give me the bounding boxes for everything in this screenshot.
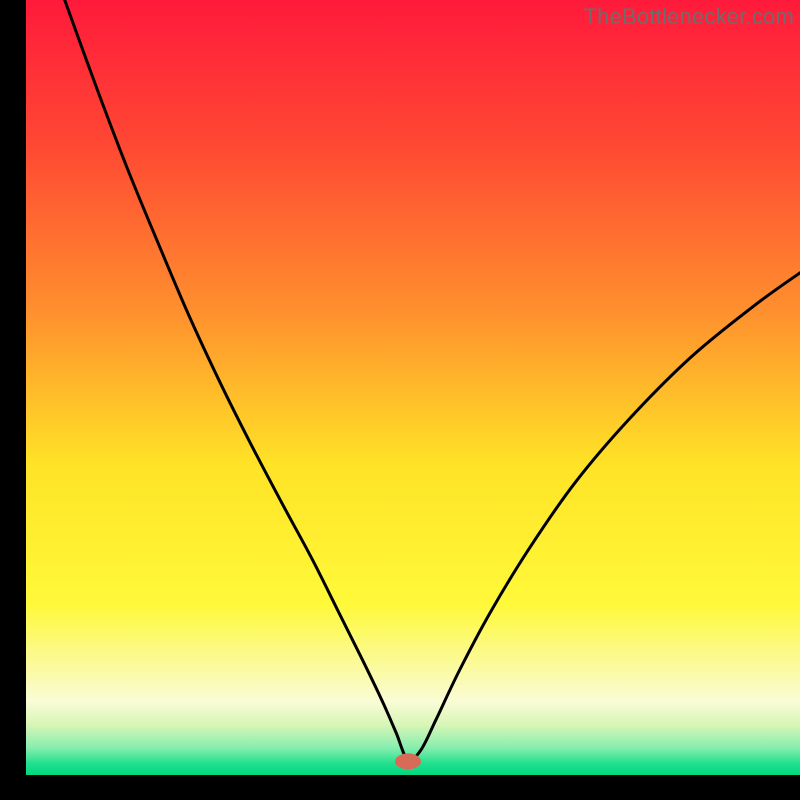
chart-frame: TheBottlenecker.com xyxy=(26,0,800,775)
gradient-bg xyxy=(26,0,800,775)
watermark-text: TheBottlenecker.com xyxy=(584,4,794,30)
min-marker xyxy=(395,753,421,769)
chart-plot xyxy=(26,0,800,775)
